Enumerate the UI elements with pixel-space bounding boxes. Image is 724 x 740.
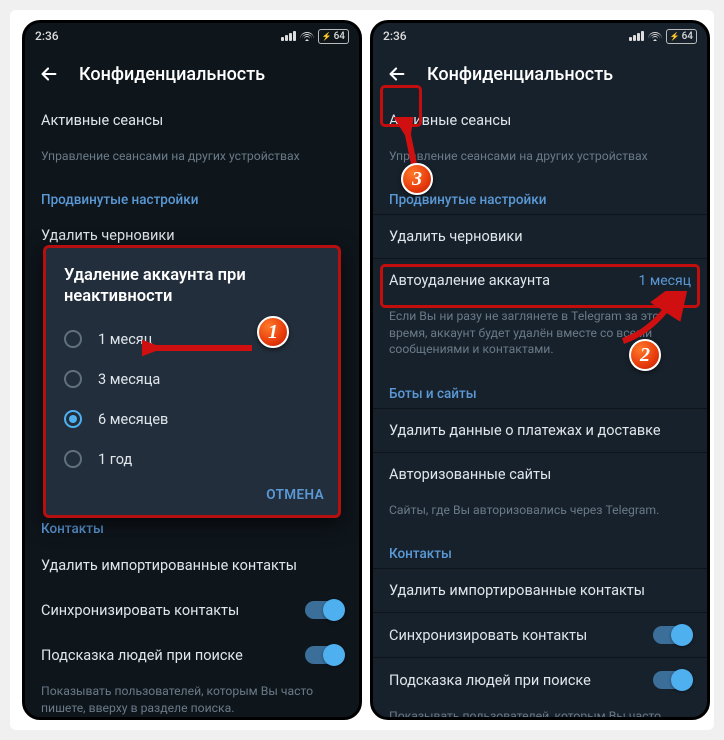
row-sync-contacts[interactable]: Синхронизировать контакты bbox=[373, 612, 707, 657]
status-icons: ⚡64 bbox=[629, 29, 697, 44]
battery-icon: ⚡64 bbox=[318, 29, 349, 44]
annotation-badge-3: 3 bbox=[401, 163, 433, 195]
row-del-imported[interactable]: Удалить импортированные контакты bbox=[373, 568, 707, 612]
app-header: Конфиденциальность bbox=[373, 49, 707, 99]
toggle-suggest[interactable] bbox=[305, 646, 343, 664]
row-suggest-people[interactable]: Подсказка людей при поиске bbox=[25, 632, 359, 677]
section-bots: Боты и сайты bbox=[373, 372, 707, 408]
suggest-desc: Показывать пользователей, которым Вы час… bbox=[373, 702, 707, 720]
status-time: 2:36 bbox=[383, 29, 407, 43]
radio-icon bbox=[64, 450, 82, 468]
row-del-payments[interactable]: Удалить данные о платежах и доставке bbox=[373, 408, 707, 452]
annotation-badge-1: 1 bbox=[257, 316, 289, 348]
radio-3months[interactable]: 3 месяца bbox=[46, 359, 338, 399]
page-title: Конфиденциальность bbox=[427, 64, 613, 85]
page-title: Конфиденциальность bbox=[79, 64, 265, 85]
back-icon[interactable] bbox=[385, 62, 409, 86]
wifi-icon bbox=[649, 31, 661, 41]
phone-right: 2:36 ⚡64 Конфиденциальность Активные сеа… bbox=[370, 20, 710, 720]
wifi-icon bbox=[301, 31, 313, 41]
auto-delete-value: 1 месяц bbox=[639, 273, 691, 289]
radio-icon-checked bbox=[64, 410, 82, 428]
toggle-sync[interactable] bbox=[305, 601, 343, 619]
dialog-cancel-button[interactable]: ОТМЕНА bbox=[266, 487, 324, 503]
back-icon[interactable] bbox=[37, 62, 61, 86]
radio-icon bbox=[64, 330, 82, 348]
annotation-arrow-1 bbox=[142, 333, 262, 363]
annotation-badge-2: 2 bbox=[629, 339, 661, 371]
phone-left: 2:36 ⚡64 Конфиденциальность Активные сеа… bbox=[22, 20, 362, 720]
battery-icon: ⚡64 bbox=[666, 29, 697, 44]
toggle-suggest[interactable] bbox=[653, 671, 691, 689]
section-contacts: Контакты bbox=[373, 532, 707, 568]
row-sync-contacts[interactable]: Синхронизировать контакты bbox=[25, 587, 359, 632]
dialog-title: Удаление аккаунта при неактивности bbox=[46, 262, 338, 319]
sessions-desc: Управление сеансами на других устройства… bbox=[25, 142, 359, 178]
app-header: Конфиденциальность bbox=[25, 49, 359, 99]
row-active-sessions[interactable]: Активные сеансы bbox=[25, 99, 359, 142]
auth-desc: Сайты, где Вы авторизовались через Teleg… bbox=[373, 496, 707, 532]
status-bar: 2:36 ⚡64 bbox=[373, 23, 707, 49]
status-bar: 2:36 ⚡64 bbox=[25, 23, 359, 49]
signal-icon bbox=[629, 31, 644, 41]
suggest-desc: Показывать пользователей, которым Вы час… bbox=[25, 677, 359, 720]
delete-account-dialog: Удаление аккаунта при неактивности 1 мес… bbox=[43, 245, 341, 518]
row-auth-sites[interactable]: Авторизованные сайты bbox=[373, 452, 707, 496]
row-suggest-people[interactable]: Подсказка людей при поиске bbox=[373, 657, 707, 702]
status-icons: ⚡64 bbox=[281, 29, 349, 44]
toggle-sync[interactable] bbox=[653, 626, 691, 644]
radio-6months[interactable]: 6 месяцев bbox=[46, 399, 338, 439]
row-del-imported[interactable]: Удалить импортированные контакты bbox=[25, 543, 359, 587]
signal-icon bbox=[281, 31, 296, 41]
radio-icon bbox=[64, 370, 82, 388]
tutorial-stage: 2:36 ⚡64 Конфиденциальность Активные сеа… bbox=[10, 10, 714, 730]
row-delete-drafts[interactable]: Удалить черновики bbox=[373, 214, 707, 258]
radio-1year[interactable]: 1 год bbox=[46, 439, 338, 479]
section-advanced: Продвинутые настройки bbox=[25, 178, 359, 214]
status-time: 2:36 bbox=[35, 29, 59, 43]
